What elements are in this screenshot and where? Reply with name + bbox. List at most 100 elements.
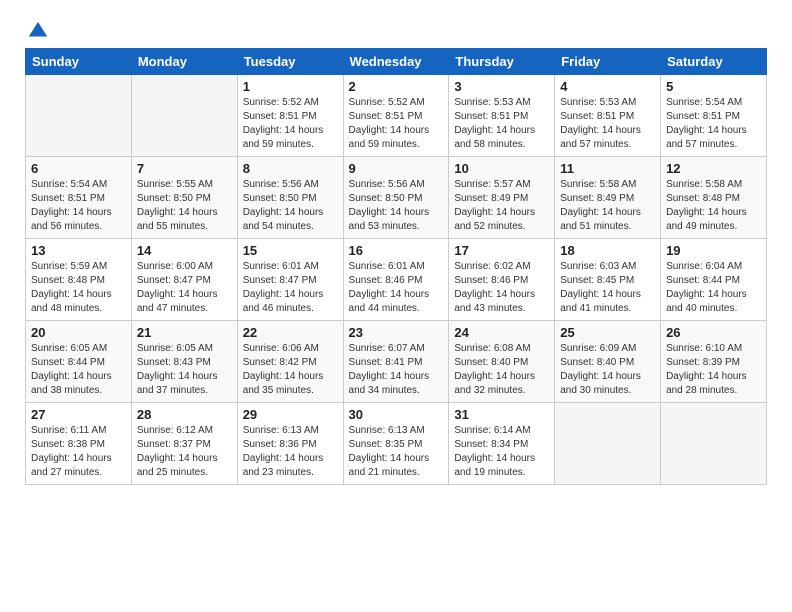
day-number: 7 <box>137 161 232 176</box>
day-number: 19 <box>666 243 761 258</box>
day-number: 17 <box>454 243 549 258</box>
day-info: Sunrise: 5:56 AM Sunset: 8:50 PM Dayligh… <box>349 178 444 234</box>
calendar-cell: 7Sunrise: 5:55 AM Sunset: 8:50 PM Daylig… <box>131 157 237 239</box>
day-info: Sunrise: 6:00 AM Sunset: 8:47 PM Dayligh… <box>137 260 232 316</box>
calendar-cell: 18 Sunrise: 6:03 AM Sunset: 8:45 PM Dayli… <box>555 239 661 321</box>
calendar-cell: 16 Sunrise: 6:01 AM Sunset: 8:46 PM Dayli… <box>343 239 449 321</box>
day-number: 30 <box>349 407 444 422</box>
day-info: Sunrise: 6:02 AM Sunset: 8:46 PM Dayligh… <box>454 260 549 316</box>
calendar-cell: 14 Sunrise: 6:00 AM Sunset: 8:47 PM Dayli… <box>131 239 237 321</box>
calendar-cell: 19 Sunrise: 6:04 AM Sunset: 8:44 PM Dayli… <box>661 239 767 321</box>
day-number: 3 <box>454 79 549 94</box>
day-number: 23 <box>349 325 444 340</box>
day-number: 27 <box>31 407 126 422</box>
calendar-cell: 13 Sunrise: 5:59 AM Sunset: 8:48 PM Dayli… <box>26 239 132 321</box>
calendar-cell: 2Sunrise: 5:52 AM Sunset: 8:51 PM Daylig… <box>343 75 449 157</box>
day-number: 24 <box>454 325 549 340</box>
calendar-cell: 3 Sunrise: 5:53 AM Sunset: 8:51 PM Daylig… <box>449 75 555 157</box>
calendar-cell: 31 Sunrise: 6:14 AM Sunset: 8:34 PM Dayli… <box>449 403 555 485</box>
day-info: Sunrise: 5:58 AM Sunset: 8:48 PM Dayligh… <box>666 178 761 234</box>
calendar-cell: 10Sunrise: 5:57 AM Sunset: 8:49 PM Dayli… <box>449 157 555 239</box>
calendar-cell: 23Sunrise: 6:07 AM Sunset: 8:41 PM Dayli… <box>343 321 449 403</box>
calendar-day-header: Tuesday <box>237 49 343 75</box>
calendar-cell: 12 Sunrise: 5:58 AM Sunset: 8:48 PM Dayli… <box>661 157 767 239</box>
day-number: 2 <box>349 79 444 94</box>
calendar-cell: 17 Sunrise: 6:02 AM Sunset: 8:46 PM Dayli… <box>449 239 555 321</box>
calendar-header-row: SundayMondayTuesdayWednesdayThursdayFrid… <box>26 49 767 75</box>
calendar-cell: 26 Sunrise: 6:10 AM Sunset: 8:39 PM Dayli… <box>661 321 767 403</box>
calendar-cell: 25Sunrise: 6:09 AM Sunset: 8:40 PM Dayli… <box>555 321 661 403</box>
calendar-day-header: Monday <box>131 49 237 75</box>
day-info: Sunrise: 5:54 AM Sunset: 8:51 PM Dayligh… <box>666 96 761 152</box>
day-info: Sunrise: 6:14 AM Sunset: 8:34 PM Dayligh… <box>454 424 549 480</box>
calendar-cell <box>26 75 132 157</box>
day-info: Sunrise: 6:11 AM Sunset: 8:38 PM Dayligh… <box>31 424 126 480</box>
calendar-cell: 22Sunrise: 6:06 AM Sunset: 8:42 PM Dayli… <box>237 321 343 403</box>
day-number: 14 <box>137 243 232 258</box>
calendar-cell: 8Sunrise: 5:56 AM Sunset: 8:50 PM Daylig… <box>237 157 343 239</box>
calendar-cell: 20Sunrise: 6:05 AM Sunset: 8:44 PM Dayli… <box>26 321 132 403</box>
day-number: 20 <box>31 325 126 340</box>
logo <box>25 20 49 38</box>
calendar-day-header: Wednesday <box>343 49 449 75</box>
day-number: 4 <box>560 79 655 94</box>
day-number: 18 <box>560 243 655 258</box>
day-info: Sunrise: 5:58 AM Sunset: 8:49 PM Dayligh… <box>560 178 655 234</box>
calendar-week-row: 1 Sunrise: 5:52 AM Sunset: 8:51 PM Daylig… <box>26 75 767 157</box>
calendar-body: 1 Sunrise: 5:52 AM Sunset: 8:51 PM Daylig… <box>26 75 767 485</box>
day-info: Sunrise: 6:01 AM Sunset: 8:46 PM Dayligh… <box>349 260 444 316</box>
day-info: Sunrise: 6:03 AM Sunset: 8:45 PM Dayligh… <box>560 260 655 316</box>
calendar-cell <box>661 403 767 485</box>
day-number: 13 <box>31 243 126 258</box>
calendar-cell: 21 Sunrise: 6:05 AM Sunset: 8:43 PM Dayli… <box>131 321 237 403</box>
calendar-cell: 15 Sunrise: 6:01 AM Sunset: 8:47 PM Dayli… <box>237 239 343 321</box>
calendar-cell: 24 Sunrise: 6:08 AM Sunset: 8:40 PM Dayli… <box>449 321 555 403</box>
day-number: 5 <box>666 79 761 94</box>
calendar-cell: 6 Sunrise: 5:54 AM Sunset: 8:51 PM Daylig… <box>26 157 132 239</box>
day-info: Sunrise: 6:01 AM Sunset: 8:47 PM Dayligh… <box>243 260 338 316</box>
calendar-cell <box>555 403 661 485</box>
day-number: 12 <box>666 161 761 176</box>
day-info: Sunrise: 6:08 AM Sunset: 8:40 PM Dayligh… <box>454 342 549 398</box>
day-info: Sunrise: 6:05 AM Sunset: 8:43 PM Dayligh… <box>137 342 232 398</box>
calendar-cell: 4Sunrise: 5:53 AM Sunset: 8:51 PM Daylig… <box>555 75 661 157</box>
calendar-cell: 1 Sunrise: 5:52 AM Sunset: 8:51 PM Daylig… <box>237 75 343 157</box>
day-info: Sunrise: 6:13 AM Sunset: 8:35 PM Dayligh… <box>349 424 444 480</box>
day-number: 6 <box>31 161 126 176</box>
day-info: Sunrise: 5:59 AM Sunset: 8:48 PM Dayligh… <box>31 260 126 316</box>
day-number: 10 <box>454 161 549 176</box>
day-info: Sunrise: 6:12 AM Sunset: 8:37 PM Dayligh… <box>137 424 232 480</box>
calendar-cell: 29 Sunrise: 6:13 AM Sunset: 8:36 PM Dayli… <box>237 403 343 485</box>
day-info: Sunrise: 6:10 AM Sunset: 8:39 PM Dayligh… <box>666 342 761 398</box>
day-info: Sunrise: 5:54 AM Sunset: 8:51 PM Dayligh… <box>31 178 126 234</box>
day-number: 31 <box>454 407 549 422</box>
calendar-cell: 27 Sunrise: 6:11 AM Sunset: 8:38 PM Dayli… <box>26 403 132 485</box>
calendar-table: SundayMondayTuesdayWednesdayThursdayFrid… <box>25 48 767 485</box>
day-info: Sunrise: 6:09 AM Sunset: 8:40 PM Dayligh… <box>560 342 655 398</box>
day-number: 1 <box>243 79 338 94</box>
day-info: Sunrise: 5:52 AM Sunset: 8:51 PM Dayligh… <box>243 96 338 152</box>
day-number: 21 <box>137 325 232 340</box>
day-number: 26 <box>666 325 761 340</box>
day-info: Sunrise: 5:53 AM Sunset: 8:51 PM Dayligh… <box>454 96 549 152</box>
calendar-cell <box>131 75 237 157</box>
day-number: 29 <box>243 407 338 422</box>
day-number: 22 <box>243 325 338 340</box>
day-info: Sunrise: 5:56 AM Sunset: 8:50 PM Dayligh… <box>243 178 338 234</box>
day-number: 15 <box>243 243 338 258</box>
day-number: 16 <box>349 243 444 258</box>
day-number: 28 <box>137 407 232 422</box>
day-number: 11 <box>560 161 655 176</box>
calendar-week-row: 27 Sunrise: 6:11 AM Sunset: 8:38 PM Dayli… <box>26 403 767 485</box>
day-info: Sunrise: 6:04 AM Sunset: 8:44 PM Dayligh… <box>666 260 761 316</box>
calendar-cell: 28 Sunrise: 6:12 AM Sunset: 8:37 PM Dayli… <box>131 403 237 485</box>
calendar-day-header: Friday <box>555 49 661 75</box>
calendar-week-row: 20Sunrise: 6:05 AM Sunset: 8:44 PM Dayli… <box>26 321 767 403</box>
calendar-week-row: 13 Sunrise: 5:59 AM Sunset: 8:48 PM Dayli… <box>26 239 767 321</box>
day-info: Sunrise: 6:13 AM Sunset: 8:36 PM Dayligh… <box>243 424 338 480</box>
calendar-week-row: 6 Sunrise: 5:54 AM Sunset: 8:51 PM Daylig… <box>26 157 767 239</box>
calendar-day-header: Thursday <box>449 49 555 75</box>
calendar-cell: 9Sunrise: 5:56 AM Sunset: 8:50 PM Daylig… <box>343 157 449 239</box>
page-header <box>25 20 767 38</box>
logo-icon <box>27 20 49 42</box>
